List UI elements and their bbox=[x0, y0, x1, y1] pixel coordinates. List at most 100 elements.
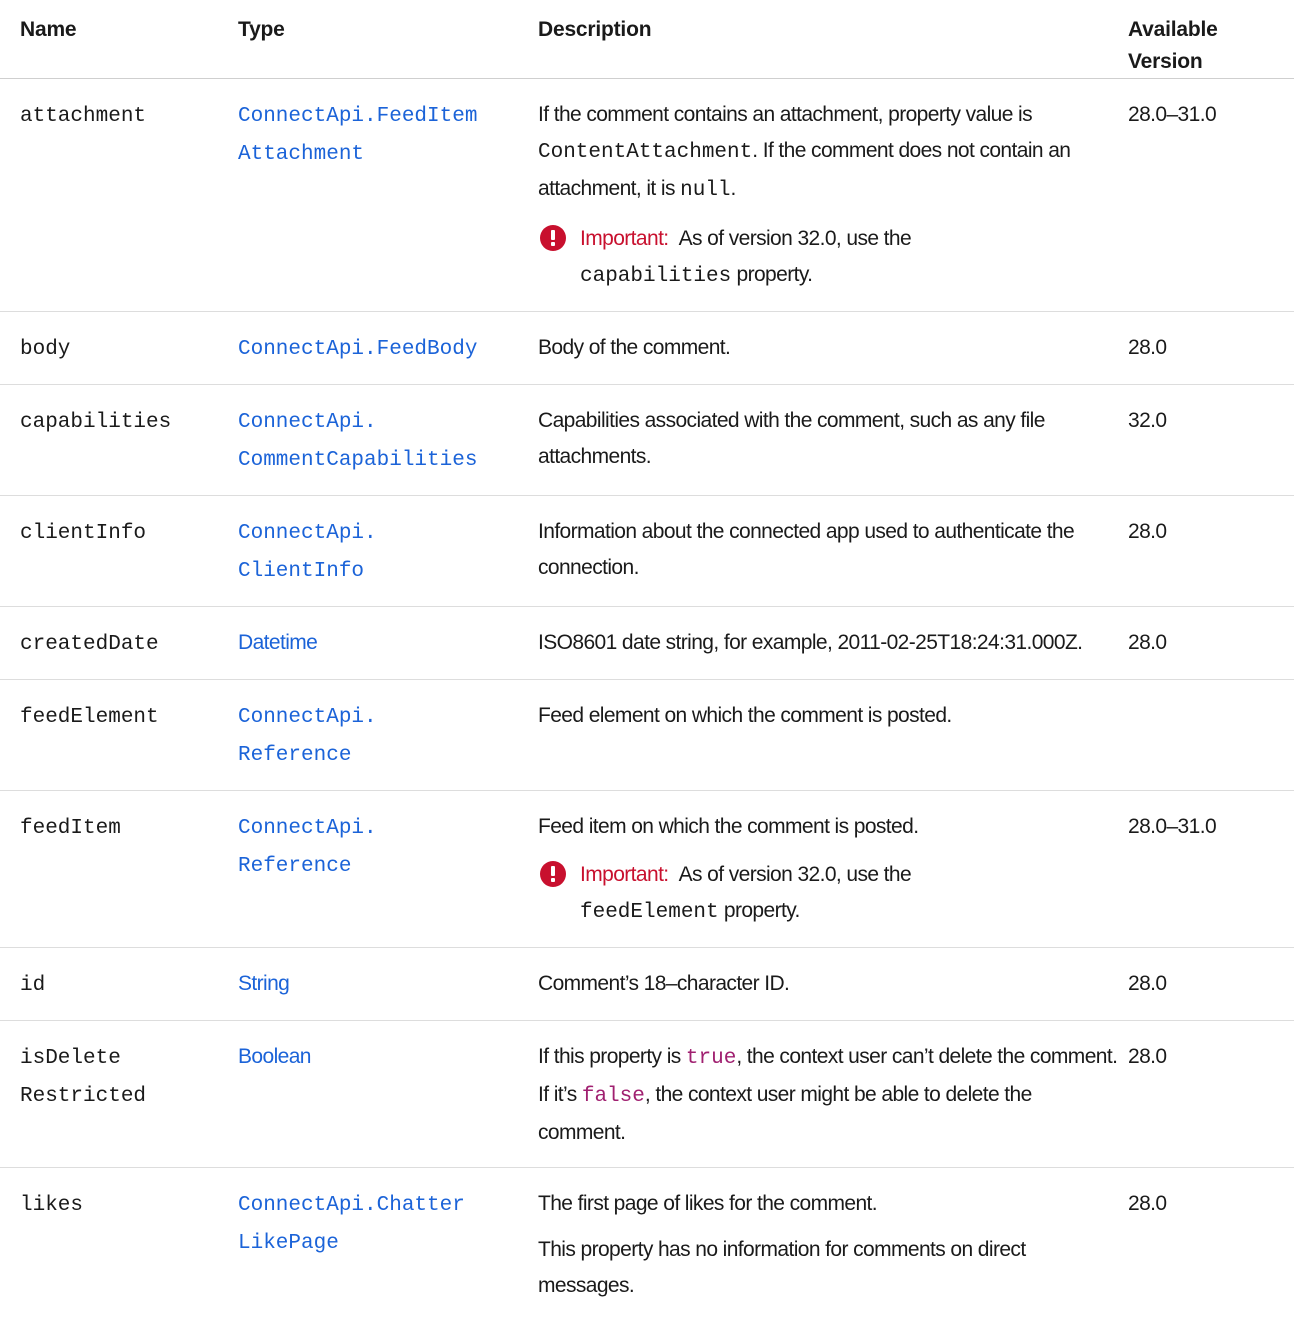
header-available-version: Available Version bbox=[1128, 0, 1294, 79]
type-link[interactable]: ConnectApi.Chatter LikePage bbox=[238, 1192, 465, 1253]
property-name: body bbox=[20, 338, 70, 361]
description-text: This property has no information for com… bbox=[538, 1232, 1120, 1304]
type-link-line1: ConnectApi.Chatter bbox=[238, 1194, 465, 1217]
property-description-cell: ISO8601 date string, for example, 2011-0… bbox=[538, 607, 1128, 680]
important-body: Important: As of version 32.0, use the c… bbox=[580, 221, 1120, 295]
property-name-line2: Restricted bbox=[20, 1085, 146, 1108]
table-header-row: Name Type Description Available Version bbox=[0, 0, 1294, 79]
important-icon bbox=[540, 225, 566, 251]
property-version-cell: 28.0 bbox=[1128, 312, 1294, 385]
description-code: ContentAttachment bbox=[538, 141, 752, 164]
header-name: Name bbox=[0, 0, 238, 79]
property-name: capabilities bbox=[20, 411, 171, 434]
property-type-cell: ConnectApi.FeedItem Attachment bbox=[238, 79, 538, 312]
table-row: body ConnectApi.FeedBody Body of the com… bbox=[0, 312, 1294, 385]
header-version-line2: Version bbox=[1128, 50, 1202, 73]
type-link-line1: ConnectApi.FeedItem bbox=[238, 105, 477, 128]
property-name-cell: clientInfo bbox=[0, 496, 238, 607]
property-name: createdDate bbox=[20, 633, 159, 656]
description-code-false: false bbox=[582, 1085, 645, 1108]
type-link[interactable]: Boolean bbox=[238, 1045, 311, 1068]
property-name-line1: isDelete bbox=[20, 1047, 121, 1070]
description-text: The first page of likes for the comment. bbox=[538, 1186, 1120, 1222]
property-name-cell: createdDate bbox=[0, 607, 238, 680]
header-version-line1: Available bbox=[1128, 18, 1218, 41]
property-name: clientInfo bbox=[20, 522, 146, 545]
description-code: null bbox=[680, 179, 730, 202]
property-type-cell: Boolean bbox=[238, 1021, 538, 1168]
table-row: likes ConnectApi.Chatter LikePage The fi… bbox=[0, 1168, 1294, 1320]
type-link-line1: ConnectApi. bbox=[238, 411, 377, 434]
important-note: Important: As of version 32.0, use the c… bbox=[538, 221, 1120, 295]
property-description-cell: Information about the connected app used… bbox=[538, 496, 1128, 607]
type-link[interactable]: ConnectApi.FeedItem Attachment bbox=[238, 103, 477, 164]
important-text: As of version 32.0, use the bbox=[679, 863, 911, 886]
type-link[interactable]: ConnectApi. Reference bbox=[238, 704, 377, 765]
property-description-cell: Capabilities associated with the comment… bbox=[538, 385, 1128, 496]
property-name: attachment bbox=[20, 105, 146, 128]
table-row: capabilities ConnectApi. CommentCapabili… bbox=[0, 385, 1294, 496]
property-description-cell: If the comment contains an attachment, p… bbox=[538, 79, 1128, 312]
type-link[interactable]: ConnectApi. Reference bbox=[238, 815, 377, 876]
property-description-cell: Feed item on which the comment is posted… bbox=[538, 791, 1128, 948]
property-version-cell: 28.0 bbox=[1128, 948, 1294, 1021]
header-type: Type bbox=[238, 0, 538, 79]
property-type-cell: ConnectApi.Chatter LikePage bbox=[238, 1168, 538, 1320]
type-link[interactable]: ConnectApi. CommentCapabilities bbox=[238, 409, 477, 470]
table-row: createdDate Datetime ISO8601 date string… bbox=[0, 607, 1294, 680]
type-link-line1: ConnectApi. bbox=[238, 817, 377, 840]
table-row: isDelete Restricted Boolean If this prop… bbox=[0, 1021, 1294, 1168]
property-version-cell: 28.0–31.0 bbox=[1128, 79, 1294, 312]
description-part: . bbox=[731, 177, 736, 200]
type-link-line1: ConnectApi.FeedBody bbox=[238, 338, 477, 361]
property-version-cell: 28.0 bbox=[1128, 1021, 1294, 1168]
property-name-cell: feedElement bbox=[0, 680, 238, 791]
type-link[interactable]: ConnectApi.FeedBody bbox=[238, 336, 477, 359]
type-link-line2: LikePage bbox=[238, 1232, 339, 1255]
description-text: Feed item on which the comment is posted… bbox=[538, 809, 1120, 845]
type-link-line1: ConnectApi. bbox=[238, 522, 377, 545]
description-text: If the comment contains an attachment, p… bbox=[538, 97, 1120, 209]
property-description-cell: If this property is true, the context us… bbox=[538, 1021, 1128, 1168]
property-type-cell: ConnectApi. Reference bbox=[238, 680, 538, 791]
type-link[interactable]: String bbox=[238, 972, 289, 995]
property-name-cell: isDelete Restricted bbox=[0, 1021, 238, 1168]
type-link[interactable]: Datetime bbox=[238, 631, 317, 654]
table-row: id String Comment’s 18–character ID. 28.… bbox=[0, 948, 1294, 1021]
description-part: If the comment contains an attachment, p… bbox=[538, 103, 1032, 126]
important-body: Important: As of version 32.0, use the f… bbox=[580, 857, 1120, 931]
type-link-line2: CommentCapabilities bbox=[238, 449, 477, 472]
table-row: clientInfo ConnectApi. ClientInfo Inform… bbox=[0, 496, 1294, 607]
type-link-line2: Attachment bbox=[238, 143, 364, 166]
property-type-cell: ConnectApi. ClientInfo bbox=[238, 496, 538, 607]
property-name: feedElement bbox=[20, 706, 159, 729]
important-tail: property. bbox=[724, 899, 800, 922]
property-version-cell bbox=[1128, 680, 1294, 791]
property-name: id bbox=[20, 974, 45, 997]
property-type-cell: ConnectApi. CommentCapabilities bbox=[238, 385, 538, 496]
property-name-cell: feedItem bbox=[0, 791, 238, 948]
property-type-cell: ConnectApi.FeedBody bbox=[238, 312, 538, 385]
important-note: Important: As of version 32.0, use the f… bbox=[538, 857, 1120, 931]
important-tail: property. bbox=[736, 263, 812, 286]
property-description-cell: Feed element on which the comment is pos… bbox=[538, 680, 1128, 791]
important-code: capabilities bbox=[580, 265, 731, 288]
important-text: As of version 32.0, use the bbox=[679, 227, 911, 250]
property-type-cell: Datetime bbox=[238, 607, 538, 680]
type-link-line2: Reference bbox=[238, 855, 351, 878]
property-type-cell: String bbox=[238, 948, 538, 1021]
header-description: Description bbox=[538, 0, 1128, 79]
table-row: feedItem ConnectApi. Reference Feed item… bbox=[0, 791, 1294, 948]
type-link-line2: Reference bbox=[238, 744, 351, 767]
property-name-cell: attachment bbox=[0, 79, 238, 312]
property-version-cell: 28.0 bbox=[1128, 607, 1294, 680]
properties-table: Name Type Description Available Version … bbox=[0, 0, 1294, 1320]
type-link[interactable]: ConnectApi. ClientInfo bbox=[238, 520, 377, 581]
property-name: feedItem bbox=[20, 817, 121, 840]
property-type-cell: ConnectApi. Reference bbox=[238, 791, 538, 948]
property-name: likes bbox=[20, 1194, 83, 1217]
type-link-line1: ConnectApi. bbox=[238, 706, 377, 729]
property-version-cell: 28.0 bbox=[1128, 496, 1294, 607]
description-code-true: true bbox=[686, 1047, 736, 1070]
important-icon bbox=[540, 861, 566, 887]
